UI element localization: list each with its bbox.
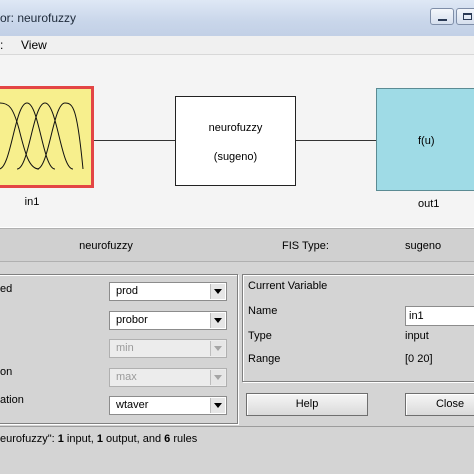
range-label: Range [248, 353, 281, 365]
minimize-icon [438, 19, 447, 21]
or-method-value: probor [116, 314, 148, 326]
close-button-label: Close [435, 398, 465, 410]
defuzzification-value: wtaver [116, 399, 149, 411]
connector-line [94, 140, 175, 141]
method-label-and: ed [0, 283, 13, 295]
membership-functions-icon [0, 102, 84, 170]
input-variable-block[interactable] [0, 86, 94, 188]
dropdown-arrow-icon[interactable] [210, 398, 225, 413]
dropdown-arrow-icon [210, 341, 225, 356]
implication-select: min [109, 339, 227, 358]
output-function: f(u) [418, 135, 435, 147]
aggregation-select: max [109, 368, 227, 387]
implication-value: min [116, 342, 134, 354]
and-method-value: prod [116, 285, 139, 297]
help-button-label: Help [295, 398, 319, 410]
fis-type-value: sugeno [405, 240, 442, 252]
type-value: input [405, 330, 429, 342]
and-method-select[interactable]: prod [109, 282, 227, 301]
maximize-icon [463, 13, 472, 20]
status-text: eurofuzzy": 1 input, 1 output, and 6 rul… [0, 433, 197, 445]
connector-line [296, 140, 376, 141]
bottom-panel [0, 453, 474, 474]
menu-bar [0, 36, 474, 55]
method-label-defuzzification: ation [0, 394, 24, 406]
variable-name-value: in1 [409, 310, 424, 322]
or-method-select[interactable]: probor [109, 311, 227, 330]
status-outputs-text: output, and [103, 433, 165, 445]
system-block[interactable] [175, 96, 296, 186]
range-value: [0 20] [405, 353, 433, 365]
minimize-button[interactable] [430, 8, 454, 25]
aggregation-value: max [116, 371, 137, 383]
dropdown-arrow-icon [210, 370, 225, 385]
system-name: neurofuzzy [208, 122, 263, 134]
output-label: out1 [418, 198, 440, 210]
current-variable-heading: Current Variable [248, 280, 328, 292]
name-label: Name [248, 305, 278, 317]
menu-item-view[interactable]: View [21, 36, 47, 54]
dropdown-arrow-icon[interactable] [210, 313, 225, 328]
method-label-aggregation: on [0, 366, 13, 378]
fis-name: neurofuzzy [79, 240, 133, 252]
type-label: Type [248, 330, 272, 342]
fis-type-label: FIS Type: [282, 240, 329, 252]
dropdown-arrow-icon[interactable] [210, 284, 225, 299]
input-label: in1 [24, 196, 40, 208]
defuzzification-select[interactable]: wtaver [109, 396, 227, 415]
status-prefix: eurofuzzy": [0, 433, 58, 445]
system-type: (sugeno) [213, 151, 258, 163]
menu-item-partial[interactable]: : [0, 36, 3, 54]
status-inputs-text: input, [63, 433, 97, 445]
maximize-button[interactable] [456, 8, 474, 25]
status-rules-text: rules [170, 433, 198, 445]
window-title: or: neurofuzzy [0, 11, 77, 25]
